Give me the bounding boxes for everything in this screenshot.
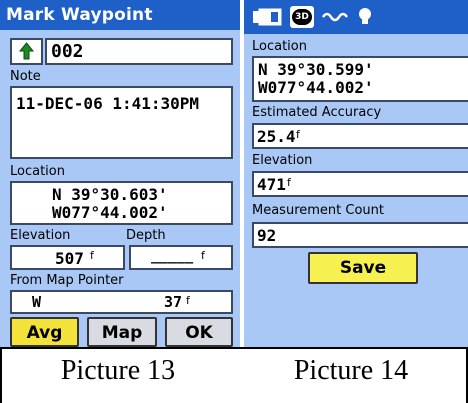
elevation-value: 471 [257,175,286,194]
status-bar: 3D [244,0,468,34]
lightbulb-icon [359,8,371,24]
from-map-pointer-label: From Map Pointer [10,273,124,288]
measurement-count-label: Measurement Count [252,203,384,218]
caption-left: Picture 13 [60,355,176,386]
depth-field[interactable]: _____ f [129,245,233,270]
gps-3d-label: 3D [292,9,312,25]
elevation-label: Elevation [10,228,71,243]
accuracy-unit: f [296,128,300,141]
latitude-value: N 39°30.603' [52,185,168,204]
elevation-field: 471 f [252,171,468,197]
waypoint-name-field[interactable]: 002 [45,38,233,65]
distance-unit: f [186,294,190,307]
distance-value: 37 [164,293,183,311]
wave-icon [322,12,349,22]
longitude-value: W077°44.002' [258,78,374,97]
avg-button[interactable]: Avg [10,317,79,347]
bearing-distance-field: W 37 f [10,290,233,314]
mark-waypoint-screen: Mark Waypoint 002 Note 11-DEC-06 1:41:30… [0,0,240,347]
accuracy-label: Estimated Accuracy [252,105,382,120]
note-field[interactable]: 11-DEC-06 1:41:30PM [10,86,233,159]
gps-3d-icon: 3D [290,6,314,28]
location-field: N 39°30.599' W077°44.002' [252,56,468,102]
elevation-label: Elevation [252,153,313,168]
flag-icon [18,42,35,60]
direction-value: W [32,293,42,311]
depth-value: _____ [151,248,194,264]
caption-strip: Picture 13 Picture 14 [0,347,468,403]
longitude-value: W077°44.002' [52,203,168,222]
note-label: Note [10,69,41,84]
elevation-unit: f [287,176,291,189]
location-label: Location [10,164,65,179]
waypoint-symbol-button[interactable] [10,38,43,65]
waypoint-averaging-screen: 3D Location N 39°30.599' W077°44.002' Es… [244,0,468,347]
depth-label: Depth [126,228,166,243]
elevation-field[interactable]: 507 f [10,245,125,270]
location-label: Location [252,39,307,54]
screen-title: Mark Waypoint [0,0,240,30]
measurement-count-field: 92 [252,222,468,248]
elevation-value: 507 [55,249,84,268]
accuracy-field: 25.4 f [252,123,468,149]
save-button[interactable]: Save [308,252,418,284]
measurement-count-value: 92 [257,226,277,245]
caption-right: Picture 14 [293,355,409,386]
battery-icon [253,8,282,26]
map-button[interactable]: Map [87,317,157,347]
depth-unit: f [201,249,205,262]
accuracy-value: 25.4 [257,127,296,146]
ok-button[interactable]: OK [165,317,233,347]
elevation-unit: f [90,249,94,262]
location-field[interactable]: N 39°30.603' W077°44.002' [10,181,233,225]
latitude-value: N 39°30.599' [258,60,374,79]
